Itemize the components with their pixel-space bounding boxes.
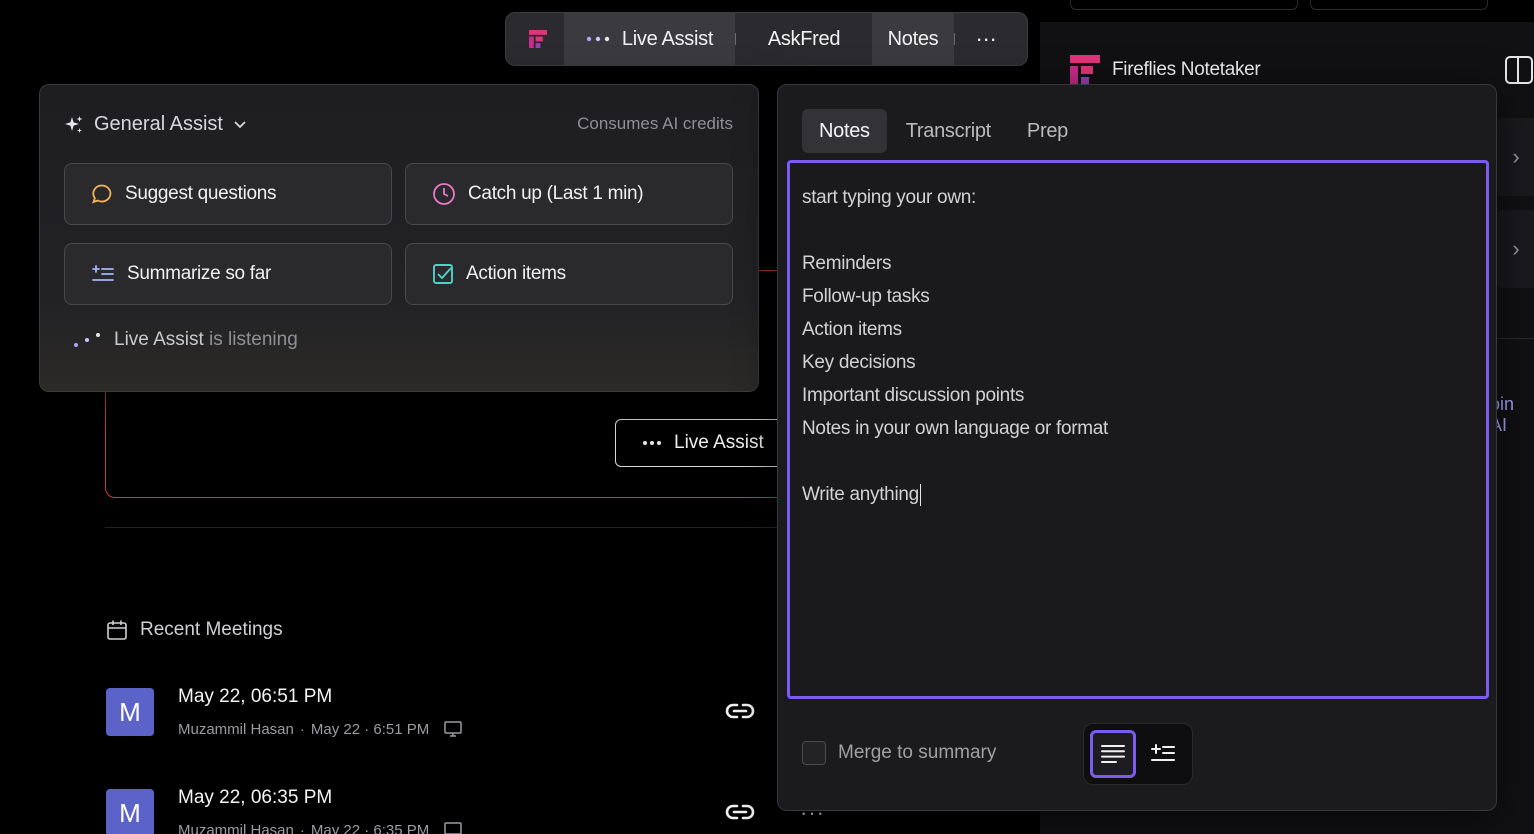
link-icon[interactable] bbox=[724, 801, 756, 823]
summarize-icon bbox=[92, 265, 114, 281]
toolbar-notes-button[interactable]: Notes bbox=[872, 13, 954, 65]
clock-icon bbox=[433, 183, 455, 205]
plain-text-format-button[interactable] bbox=[1090, 730, 1137, 778]
tab-transcript[interactable]: Transcript bbox=[889, 109, 1008, 153]
tab-prep[interactable]: Prep bbox=[1010, 109, 1085, 153]
sidebar-card[interactable]: › bbox=[1496, 210, 1534, 288]
editor-line: Important discussion points bbox=[802, 385, 1025, 406]
assist-mode-dropdown[interactable]: General Assist bbox=[64, 113, 247, 136]
chevron-right-icon: › bbox=[1512, 236, 1520, 261]
editor-line: Notes in your own language or format bbox=[802, 418, 1109, 439]
fireflies-logo-icon bbox=[1070, 55, 1100, 85]
toolbar-live-assist-label: Live Assist bbox=[621, 27, 714, 50]
tab-notes[interactable]: Notes bbox=[802, 109, 887, 153]
action-items-button[interactable]: Action items bbox=[405, 243, 733, 305]
sidebar-top-tab[interactable] bbox=[1070, 0, 1298, 10]
suggest-questions-button[interactable]: Suggest questions bbox=[64, 163, 392, 225]
editor-line-last: Write anything bbox=[802, 478, 1474, 511]
meeting-row[interactable]: M May 22, 06:51 PM Muzammil Hasan · May … bbox=[106, 686, 786, 748]
checkbox-checked-icon bbox=[433, 264, 453, 284]
monitor-icon bbox=[444, 822, 463, 834]
sparkle-icon bbox=[65, 115, 83, 133]
separator-dot: · bbox=[299, 821, 305, 834]
editor-line: Reminders bbox=[802, 253, 892, 274]
sidebar-divider bbox=[1496, 338, 1534, 339]
notes-format-toggle bbox=[1083, 723, 1193, 785]
align-left-icon bbox=[1101, 745, 1126, 763]
summarize-label: Summarize so far bbox=[127, 263, 272, 284]
editor-line: Action items bbox=[802, 319, 902, 340]
ai-credits-note: Consumes AI credits bbox=[577, 114, 733, 133]
ai-format-button[interactable] bbox=[1140, 730, 1186, 778]
notes-editor[interactable]: start typing your own: Reminders Follow-… bbox=[787, 160, 1489, 699]
meeting-row[interactable]: M May 22, 06:35 PM Muzammil Hasan · May … bbox=[106, 787, 786, 834]
live-assist-button-label: Live Assist bbox=[674, 432, 764, 453]
section-divider bbox=[105, 527, 785, 528]
live-assist-button[interactable]: Live Assist bbox=[615, 419, 795, 467]
editor-line: Follow-up tasks bbox=[802, 286, 930, 307]
link-icon[interactable] bbox=[724, 700, 756, 722]
listening-text: is listening bbox=[209, 329, 298, 350]
merge-to-summary[interactable]: Merge to summary bbox=[802, 741, 996, 765]
merge-checkbox[interactable] bbox=[802, 741, 826, 765]
fireflies-toolbar-logo[interactable] bbox=[512, 13, 564, 65]
listening-dots-icon bbox=[74, 333, 100, 347]
live-assist-panel: General Assist Consumes AI credits Sugge… bbox=[39, 84, 759, 392]
dots-icon bbox=[586, 36, 610, 42]
listening-status: Live Assist is listening bbox=[72, 329, 298, 351]
toolbar-live-assist-button[interactable]: Live Assist bbox=[564, 13, 735, 65]
avatar: M bbox=[106, 688, 154, 736]
meeting-title[interactable]: May 22, 06:51 PM bbox=[178, 686, 332, 708]
sidebar-toggle-icon[interactable] bbox=[1505, 56, 1533, 84]
editor-line: start typing your own: bbox=[802, 187, 976, 208]
sidebar-top-tab[interactable] bbox=[1310, 0, 1488, 10]
chevron-right-icon: › bbox=[1512, 144, 1520, 169]
merge-label: Merge to summary bbox=[838, 742, 997, 763]
notes-panel: Notes Transcript Prep start typing your … bbox=[777, 84, 1497, 811]
editor-line-empty bbox=[802, 214, 1474, 247]
assist-mode-label: General Assist bbox=[94, 113, 223, 135]
chat-bubble-icon bbox=[92, 184, 112, 204]
toolbar-more-button[interactable]: ··· bbox=[955, 13, 1017, 65]
recent-meetings-title: Recent Meetings bbox=[140, 619, 283, 640]
editor-line-empty bbox=[802, 445, 1474, 478]
action-items-label: Action items bbox=[466, 263, 566, 284]
calendar-icon bbox=[107, 620, 127, 640]
sidebar-card[interactable]: › bbox=[1496, 118, 1534, 196]
text-caret bbox=[919, 483, 921, 506]
sparkle-list-icon bbox=[1151, 744, 1176, 761]
listening-name: Live Assist bbox=[114, 329, 204, 350]
meeting-date: May 22 · 6:51 PM bbox=[310, 720, 430, 738]
catch-up-label: Catch up (Last 1 min) bbox=[468, 183, 644, 204]
fireflies-brand-name: Fireflies Notetaker bbox=[1112, 59, 1261, 80]
toolbar-askfred-button[interactable]: AskFred bbox=[736, 13, 872, 65]
meeting-owner: Muzammil Hasan bbox=[178, 720, 294, 738]
editor-line-text: Write anything bbox=[802, 484, 919, 505]
meeting-date: May 22 · 6:35 PM bbox=[310, 821, 430, 834]
catch-up-button[interactable]: Catch up (Last 1 min) bbox=[405, 163, 733, 225]
recent-meetings-header: Recent Meetings bbox=[106, 619, 283, 641]
avatar: M bbox=[106, 789, 154, 834]
suggest-questions-label: Suggest questions bbox=[125, 183, 277, 204]
dots-icon bbox=[643, 441, 661, 445]
meeting-subtitle: Muzammil Hasan · May 22 · 6:51 PM bbox=[178, 720, 463, 738]
meeting-title[interactable]: May 22, 06:35 PM bbox=[178, 787, 332, 809]
meeting-subtitle: Muzammil Hasan · May 22 · 6:35 PM bbox=[178, 821, 463, 834]
notes-tabs: Notes Transcript Prep bbox=[802, 109, 1085, 153]
summarize-button[interactable]: Summarize so far bbox=[64, 243, 392, 305]
fireflies-logo-icon bbox=[529, 30, 547, 48]
floating-toolbar: Live Assist AskFred Notes ··· bbox=[505, 12, 1028, 66]
meeting-owner: Muzammil Hasan bbox=[178, 821, 294, 834]
monitor-icon bbox=[444, 721, 463, 737]
fireflies-brand: Fireflies Notetaker bbox=[1070, 55, 1261, 85]
separator-dot: · bbox=[299, 720, 305, 738]
chevron-down-icon bbox=[234, 120, 246, 128]
editor-line: Key decisions bbox=[802, 352, 916, 373]
